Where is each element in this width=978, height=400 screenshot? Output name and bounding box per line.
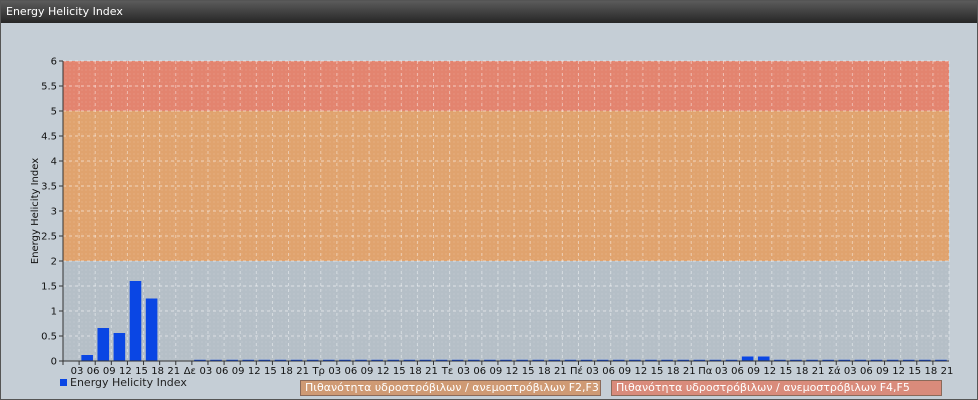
x-tick-label: 15 — [522, 366, 535, 377]
y-tick-label: 0 — [51, 357, 57, 368]
legend-swatch — [60, 379, 67, 386]
y-tick-label: 5 — [51, 107, 57, 118]
x-tick-label: 12 — [506, 366, 519, 377]
x-tick-label: 09 — [490, 366, 503, 377]
y-tick-label: 2 — [51, 257, 57, 268]
x-tick-label: 18 — [280, 366, 293, 377]
x-tick-label: Σά — [828, 365, 841, 377]
x-tick-label: 09 — [876, 366, 889, 377]
y-tick-label: 1.5 — [41, 282, 57, 293]
bar[interactable] — [741, 356, 754, 362]
x-tick-label: 15 — [908, 366, 921, 377]
x-tick-label: 15 — [779, 366, 792, 377]
bar[interactable] — [97, 328, 110, 361]
y-tick-label: 3 — [51, 207, 57, 218]
legend-label: Energy Helicity Index — [70, 376, 187, 389]
x-tick-label: 18 — [667, 366, 680, 377]
x-tick-label: 12 — [892, 366, 905, 377]
x-tick-label: 09 — [747, 366, 760, 377]
y-tick-label: 2.5 — [41, 232, 57, 243]
x-tick-label: 06 — [216, 366, 229, 377]
x-tick-label: 09 — [232, 366, 245, 377]
x-tick-label: 12 — [635, 366, 648, 377]
x-tick-label: 21 — [554, 366, 567, 377]
chart: 00.511.522.533.544.555.5603 06 09 12 15 18 21 Δ… — [30, 57, 954, 378]
bar[interactable] — [129, 281, 142, 361]
y-tick-label: 5.5 — [41, 82, 57, 93]
x-tick-label: 18 — [538, 366, 551, 377]
x-tick-label: 18 — [924, 366, 937, 377]
x-tick-label: 15 — [393, 366, 406, 377]
x-tick-label: 06 — [602, 366, 615, 377]
x-tick-label: 03 — [457, 366, 470, 377]
y-tick-label: 4.5 — [41, 132, 57, 143]
bar[interactable] — [81, 355, 93, 361]
x-tick-label: 12 — [763, 366, 776, 377]
x-tick-label: 12 — [248, 366, 261, 377]
x-tick-label: Πέ — [570, 365, 583, 377]
x-tick-label: 06 — [473, 366, 486, 377]
x-tick-label: 06 — [731, 366, 744, 377]
y-tick-label: 1 — [51, 307, 57, 318]
x-tick-label: 15 — [264, 366, 277, 377]
band-label-f4-f5: Πιθανότητα υδροστρόβιλων / ανεμοστρόβιλω… — [611, 380, 942, 396]
x-tick-label: 21 — [812, 366, 825, 377]
legend[interactable]: Energy Helicity Index — [60, 376, 187, 389]
x-tick-label: 03 — [586, 366, 599, 377]
y-tick-label: 0.5 — [41, 332, 57, 343]
x-tick-label: Τε — [441, 366, 454, 377]
x-tick-label: 03 — [328, 366, 341, 377]
x-tick-label: 12 — [377, 366, 390, 377]
x-tick-label: Τρ — [311, 366, 324, 377]
band-label-f2-f3: Πιθανότητα υδροστρόβιλων / ανεμοστρόβιλω… — [300, 380, 601, 396]
x-tick-label: 21 — [683, 366, 696, 377]
bar[interactable] — [145, 298, 158, 362]
bar[interactable] — [757, 356, 770, 362]
x-tick-label: 15 — [651, 366, 664, 377]
x-tick-label: 03 — [200, 366, 213, 377]
x-tick-label: 21 — [296, 366, 309, 377]
x-tick-label: 21 — [425, 366, 438, 377]
x-tick-label: 06 — [860, 366, 873, 377]
y-tick-label: 6 — [51, 57, 57, 68]
x-tick-label: 06 — [345, 366, 358, 377]
chart-window: Energy Helicity Index 0 0.5 1 1.5 2 2.5 3 3.5 4 4… — [0, 0, 978, 400]
x-tick-label: 18 — [409, 366, 422, 377]
x-tick-label: 18 — [796, 366, 809, 377]
x-tick-label: 09 — [618, 366, 631, 377]
bar[interactable] — [113, 333, 126, 361]
y-tick-label: 3.5 — [41, 182, 57, 193]
y-tick-label: 4 — [51, 157, 57, 168]
y-axis-title: Energy Helicity Index — [30, 158, 41, 264]
x-tick-label: 09 — [361, 366, 374, 377]
x-tick-label: Πα — [698, 366, 713, 377]
x-tick-label: 03 — [715, 366, 728, 377]
x-tick-label: 21 — [941, 366, 954, 377]
x-tick-label: 03 — [844, 366, 857, 377]
